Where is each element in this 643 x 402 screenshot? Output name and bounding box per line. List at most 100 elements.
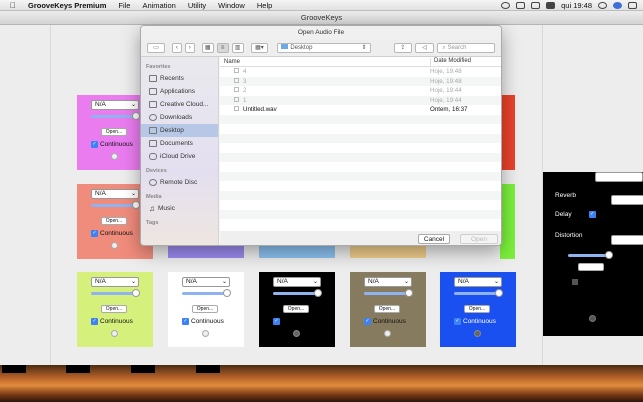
slider-knob[interactable] — [314, 289, 322, 297]
slider-knob[interactable] — [223, 289, 231, 297]
continuous-checkbox[interactable]: ✓ Continuous — [91, 317, 133, 326]
volume-slider[interactable] — [273, 289, 322, 297]
back-icon[interactable]: ‹ — [171, 42, 182, 53]
checkmark-icon: ✓ — [454, 318, 461, 325]
effect-open-button[interactable]: Open... — [578, 263, 604, 271]
file-row[interactable]: 1 Hoje, 19:44 — [220, 95, 501, 105]
open-audio-file-dialog: Open Audio File ▭ ‹ › ▦ ≡ ▥ ▦▾ Desktop ⇕… — [140, 25, 502, 246]
effect-slider[interactable] — [568, 251, 613, 259]
open-file-button[interactable]: Open... — [192, 305, 218, 313]
time-machine-icon[interactable] — [501, 2, 511, 9]
sound-select[interactable]: N/A ⌄ — [273, 277, 321, 287]
volume-slider[interactable] — [454, 289, 503, 297]
play-dot[interactable] — [293, 330, 300, 337]
notification-center-icon[interactable] — [628, 2, 637, 9]
play-dot[interactable] — [384, 330, 391, 337]
continuous-checkbox[interactable]: ✓ Continuous — [91, 140, 133, 149]
continuous-checkbox[interactable]: ✓ Continuous — [182, 317, 224, 326]
play-dot[interactable] — [111, 242, 118, 249]
continuous-checkbox[interactable]: ✓ Continuous — [454, 317, 496, 326]
sidebar-item-applications[interactable]: Applications — [141, 85, 218, 98]
file-row[interactable]: 4 Hoje, 19:48 — [220, 67, 501, 77]
slider-knob[interactable] — [132, 112, 140, 120]
sidebar-item-desktop[interactable]: Desktop — [141, 124, 218, 137]
apple-menu-icon[interactable]:  — [0, 1, 26, 10]
tag-icon[interactable]: ◁ — [414, 42, 435, 53]
open-file-button[interactable]: Open... — [101, 217, 127, 225]
effect-select[interactable]: N/A ⌄ — [595, 172, 643, 182]
sidebar-item-creative-cloud[interactable]: Creative Cloud... — [141, 98, 218, 111]
sidebar-item-downloads[interactable]: Downloads — [141, 111, 218, 124]
sidebar-item-recents[interactable]: Recents — [141, 72, 218, 85]
cancel-button[interactable]: Cancel — [418, 234, 450, 244]
play-dot[interactable] — [111, 153, 118, 160]
sidebar-item-remote-disc[interactable]: Remote Disc — [141, 176, 218, 189]
sound-select[interactable]: N/A ⌄ — [91, 277, 139, 287]
file-row[interactable]: Untitled.wav Ontem, 16:37 — [220, 105, 501, 115]
share-icon[interactable]: ⇪ — [393, 42, 412, 53]
reverb-select[interactable]: N/A⌄ — [611, 195, 643, 205]
file-row[interactable]: 2 Hoje, 19:44 — [220, 86, 501, 96]
sound-select[interactable]: N/A ⌄ — [182, 277, 230, 287]
open-file-button[interactable]: Open... — [101, 305, 127, 313]
icon-view-icon[interactable]: ▦ — [201, 42, 214, 53]
menu-file[interactable]: File — [112, 1, 136, 10]
volume-slider[interactable] — [91, 289, 140, 297]
sound-select[interactable]: N/A ⌄ — [91, 100, 139, 110]
open-file-button[interactable]: Open... — [101, 128, 127, 136]
sidebar-item-music[interactable]: ♫ Music — [141, 202, 218, 215]
open-file-button[interactable]: Open... — [374, 305, 400, 313]
continuous-checkbox[interactable]: ✓ — [273, 317, 280, 326]
menu-window[interactable]: Window — [212, 1, 251, 10]
menu-animation[interactable]: Animation — [136, 1, 181, 10]
chevron-down-icon: ⌄ — [493, 279, 499, 285]
menu-help[interactable]: Help — [251, 1, 278, 10]
clock[interactable]: qui 19:48 — [561, 1, 592, 10]
sound-select[interactable]: N/A ⌄ — [91, 189, 139, 199]
location-popup[interactable]: Desktop ⇕ — [277, 42, 371, 53]
sound-select[interactable]: N/A ⌄ — [454, 277, 502, 287]
slider-knob[interactable] — [605, 251, 613, 259]
continuous-checkbox[interactable]: ✓ Continuous — [364, 317, 406, 326]
open-file-button[interactable]: Open... — [283, 305, 309, 313]
battery-icon[interactable] — [546, 2, 556, 9]
arrange-icon[interactable]: ▦▾ — [250, 42, 269, 53]
chevron-down-icon: ⌄ — [130, 279, 136, 285]
column-view-icon[interactable]: ▥ — [231, 42, 244, 53]
play-dot[interactable] — [202, 330, 209, 337]
siri-icon[interactable] — [613, 2, 622, 9]
continuous-checkbox[interactable]: ✓ Continuous — [91, 229, 133, 238]
column-name[interactable]: Name — [224, 59, 240, 65]
dock-tab — [2, 365, 26, 373]
wifi-icon[interactable] — [531, 2, 541, 9]
sidebar-item-icloud-drive[interactable]: iCloud Drive — [141, 150, 218, 163]
volume-slider[interactable] — [91, 112, 140, 120]
distortion-select[interactable]: N/A⌄ — [611, 235, 643, 245]
forward-icon[interactable]: › — [184, 42, 195, 53]
search-field[interactable]: ⌕ Search — [437, 42, 496, 53]
slider-knob[interactable] — [132, 289, 140, 297]
menu-utility[interactable]: Utility — [182, 1, 212, 10]
sound-select[interactable]: N/A ⌄ — [364, 277, 412, 287]
column-date-modified[interactable]: Date Modified — [430, 58, 471, 66]
display-icon[interactable] — [516, 2, 526, 9]
empty-row — [220, 171, 501, 181]
sidebar-toggle-icon[interactable]: ▭ — [147, 42, 165, 53]
open-file-button[interactable]: Open... — [464, 305, 490, 313]
play-dot[interactable] — [474, 330, 481, 337]
volume-slider[interactable] — [91, 201, 140, 209]
app-menu[interactable]: GrooveKeys Premium — [26, 1, 112, 10]
effect-dot[interactable] — [589, 315, 596, 322]
volume-slider[interactable] — [364, 289, 413, 297]
play-dot[interactable] — [111, 330, 118, 337]
sidebar-item-documents[interactable]: Documents — [141, 137, 218, 150]
open-button[interactable]: Open — [460, 234, 498, 244]
slider-knob[interactable] — [405, 289, 413, 297]
delay-checkbox[interactable]: ✓ — [588, 210, 596, 219]
search-icon[interactable] — [598, 2, 607, 9]
file-row[interactable]: 3 Hoje, 19:48 — [220, 76, 501, 86]
volume-slider[interactable] — [182, 289, 231, 297]
slider-knob[interactable] — [495, 289, 503, 297]
list-view-icon[interactable]: ≡ — [216, 42, 229, 53]
slider-knob[interactable] — [132, 201, 140, 209]
